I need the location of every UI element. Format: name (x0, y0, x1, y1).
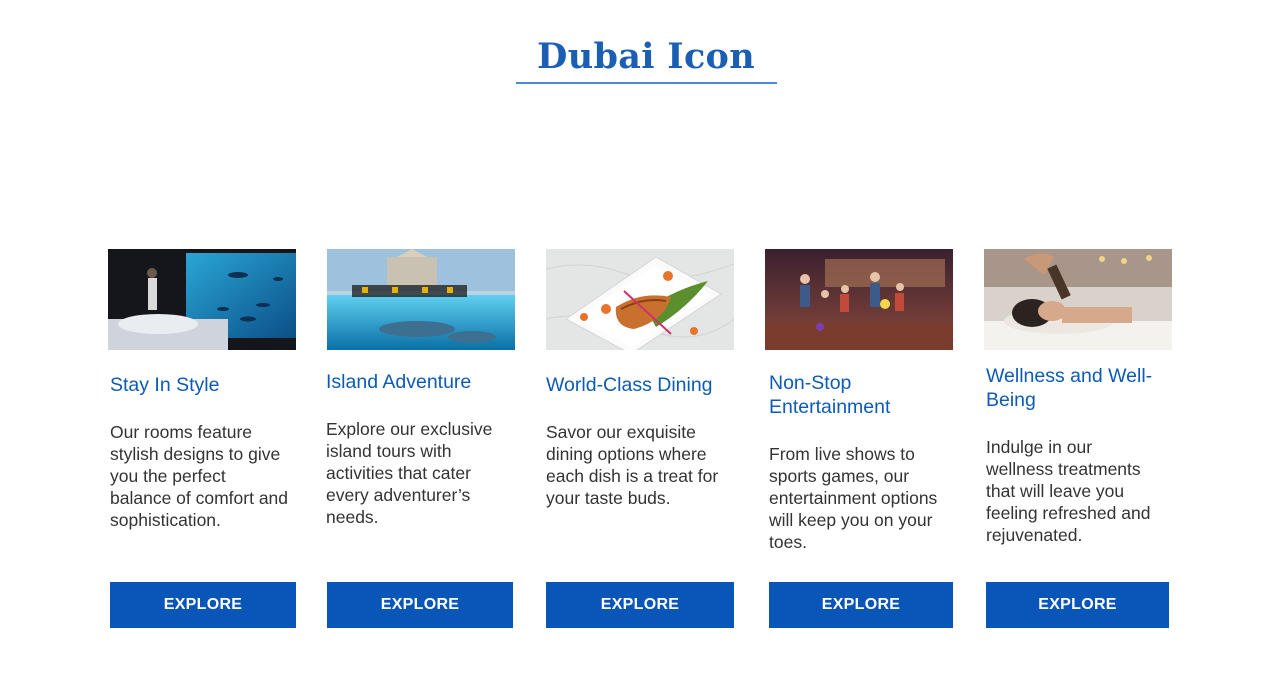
explore-button-stay[interactable]: EXPLORE (110, 582, 296, 628)
family-bowling-image (765, 249, 953, 350)
card-image-entertainment[interactable] (765, 249, 953, 350)
explore-button-dining[interactable]: EXPLORE (546, 582, 734, 628)
dolphin-encounter-image (327, 249, 515, 350)
card-non-stop-entertainment: Non-Stop Entertainment From live shows t… (765, 249, 955, 629)
card-description: Our rooms feature stylish designs to giv… (110, 422, 289, 530)
card-title: Non-Stop Entertainment (769, 372, 891, 418)
explore-button-wellness[interactable]: EXPLORE (986, 582, 1169, 628)
page-title: Dubai Icon (537, 36, 755, 77)
card-description: From live shows to sports games, our ent… (769, 444, 938, 552)
card-image-dining[interactable] (546, 249, 734, 350)
card-image-wellness[interactable] (984, 249, 1172, 350)
card-title: World-Class Dining (546, 374, 713, 396)
card-world-class-dining: World-Class Dining Savor our exquisite d… (546, 249, 736, 629)
card-description: Savor our exquisite dining options where… (546, 422, 719, 508)
card-stay-in-style: Stay In Style Our rooms feature stylish … (108, 249, 298, 629)
explore-button-entertainment[interactable]: EXPLORE (769, 582, 953, 628)
plated-fish-dish-image (546, 249, 734, 350)
explore-button-island[interactable]: EXPLORE (327, 582, 513, 628)
card-description: Explore our exclusive island tours with … (326, 419, 493, 527)
page: Dubai Icon Stay In Style Our rooms featu… (0, 0, 1280, 680)
card-image-stay[interactable] (108, 249, 296, 350)
card-island-adventure: Island Adventure Explore our exclusive i… (326, 249, 517, 629)
title-underline (516, 82, 777, 84)
card-image-island[interactable] (327, 249, 515, 350)
card-description: Indulge in our wellness treatments that … (986, 437, 1151, 545)
card-title: Stay In Style (110, 374, 220, 396)
spa-treatment-image (984, 249, 1172, 350)
underwater-suite-image (108, 249, 296, 350)
card-title: Island Adventure (326, 371, 472, 393)
card-wellness-and-well-being: Wellness and Well-Being Indulge in our w… (984, 249, 1174, 629)
card-title: Wellness and Well-Being (986, 365, 1153, 411)
